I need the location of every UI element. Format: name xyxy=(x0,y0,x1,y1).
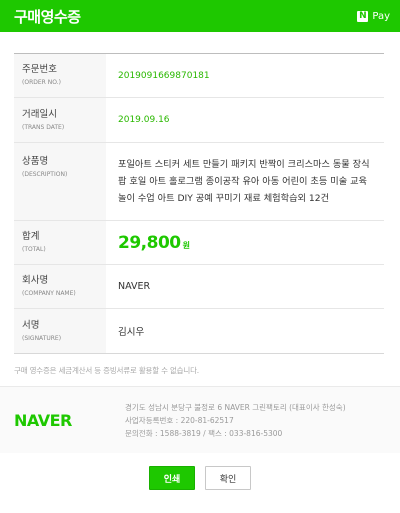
naver-pay-logo: N Pay xyxy=(357,10,390,22)
description-sublabel: (DESCRIPTION) xyxy=(22,171,68,178)
order-no-row: 주문번호 (ORDER NO.) 2019091669870181 xyxy=(14,54,384,98)
total-currency-unit: 원 xyxy=(182,240,190,250)
confirm-button[interactable]: 확인 xyxy=(205,466,251,490)
order-no-value: 2019091669870181 xyxy=(118,70,210,81)
description-label: 상품명 xyxy=(22,156,49,167)
company-label-cell: 회사명 (COMPANY NAME) xyxy=(14,265,106,308)
contact-info: 문의전화 : 1588-3819 / 팩스 : 033-816-5300 xyxy=(125,429,283,438)
company-info: 경기도 성남시 분당구 불정로 6 NAVER 그린팩토리 (대표이사 한성숙)… xyxy=(125,401,346,440)
trans-date-value: 2019.09.16 xyxy=(118,115,170,125)
order-no-label-cell: 주문번호 (ORDER NO.) xyxy=(14,54,106,97)
signature-value: 김시우 xyxy=(118,327,145,338)
button-bar: 인쇄 확인 xyxy=(0,466,400,490)
receipt-table: 주문번호 (ORDER NO.) 2019091669870181 거래일시 (… xyxy=(14,53,384,354)
naver-logo: NAVER xyxy=(14,411,72,430)
total-row: 합계 (TOTAL) 29,800 원 xyxy=(14,221,384,265)
signature-label-cell: 서명 (SIGNATURE) xyxy=(14,309,106,353)
total-label-cell: 합계 (TOTAL) xyxy=(14,221,106,264)
signature-row: 서명 (SIGNATURE) 김시우 xyxy=(14,309,384,353)
receipt-note: 구매 영수증은 세금계산서 등 증빙서류로 활용할 수 없습니다. xyxy=(14,366,199,375)
order-no-sublabel: (ORDER NO.) xyxy=(22,79,61,86)
description-label-cell: 상품명 (DESCRIPTION) xyxy=(14,143,106,220)
signature-label: 서명 xyxy=(22,319,40,331)
company-label: 회사명 xyxy=(22,275,49,286)
receipt-header: 구매영수증 N Pay xyxy=(0,0,400,32)
trans-date-label: 거래일시 xyxy=(22,108,57,120)
pay-label: Pay xyxy=(372,10,390,22)
trans-date-sublabel: (TRANS DATE) xyxy=(22,123,65,131)
npay-icon: N xyxy=(357,10,369,22)
business-number: 사업자등록번호 : 220-81-62517 xyxy=(125,416,234,425)
total-value-cell: 29,800 원 xyxy=(106,221,384,264)
total-sublabel: (TOTAL) xyxy=(22,246,46,253)
company-address: 경기도 성남시 분당구 불정로 6 NAVER 그린팩토리 (대표이사 한성숙) xyxy=(125,403,346,412)
company-value: NAVER xyxy=(118,281,151,292)
description-row: 상품명 (DESCRIPTION) 포일아트 스티커 세트 만들기 패키지 반짝… xyxy=(14,143,384,221)
footer: NAVER 경기도 성남시 분당구 불정로 6 NAVER 그린팩토리 (대표이… xyxy=(0,387,400,453)
page-title: 구매영수증 xyxy=(14,7,81,26)
trans-date-label-cell: 거래일시 (TRANS DATE) xyxy=(14,98,106,142)
total-label: 합계 xyxy=(22,231,40,242)
order-no-label: 주문번호 xyxy=(22,64,57,75)
company-sublabel: (COMPANY NAME) xyxy=(22,290,76,297)
trans-date-row: 거래일시 (TRANS DATE) 2019.09.16 xyxy=(14,98,384,143)
company-row: 회사명 (COMPANY NAME) NAVER xyxy=(14,265,384,309)
print-button[interactable]: 인쇄 xyxy=(149,466,195,490)
signature-sublabel: (SIGNATURE) xyxy=(22,334,62,342)
description-value: 포일아트 스티커 세트 만들기 패키지 반짝이 크리스마스 동물 장식 팝 호일… xyxy=(118,159,370,204)
total-amount: 29,800 xyxy=(118,232,181,253)
